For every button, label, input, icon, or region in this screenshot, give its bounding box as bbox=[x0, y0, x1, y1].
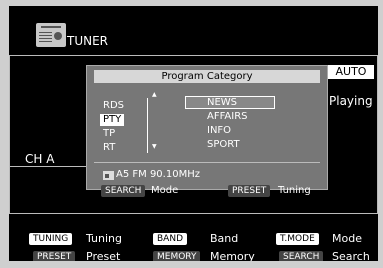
category-item-rds[interactable]: RDS bbox=[103, 100, 124, 112]
search-footer-key-label: Search bbox=[332, 250, 370, 262]
band-key[interactable]: BAND bbox=[153, 233, 187, 245]
channel-label: CH A bbox=[25, 152, 55, 166]
station-frequency: A5 FM 90.10MHz bbox=[116, 169, 200, 180]
category-item-rt[interactable]: RT bbox=[103, 142, 115, 154]
program-item-info[interactable]: INFO bbox=[207, 125, 231, 137]
scroll-up-icon[interactable]: ▲ bbox=[152, 91, 157, 98]
tmode-key[interactable]: T.MODE bbox=[276, 233, 319, 245]
auto-badge: AUTO bbox=[328, 65, 374, 79]
tuning-key[interactable]: TUNING bbox=[29, 233, 73, 245]
memory-key-label: Memory bbox=[210, 250, 255, 262]
right-border bbox=[377, 55, 378, 213]
channel-divider bbox=[9, 166, 86, 167]
tuning-key-label: Tuning bbox=[86, 232, 123, 245]
tuner-screen: TUNER AUTO Playing CH A Program Category… bbox=[9, 6, 378, 261]
preset-footer-key-label: Preset bbox=[86, 250, 121, 262]
popup-divider bbox=[94, 162, 320, 163]
program-item-affairs[interactable]: AFFAIRS bbox=[207, 111, 248, 123]
category-item-tp[interactable]: TP bbox=[103, 128, 115, 140]
radio-icon bbox=[36, 23, 66, 47]
tmode-key-label: Mode bbox=[332, 232, 362, 245]
header-divider bbox=[9, 55, 378, 56]
program-category-popup: Program Category RDS PTY TP RT ▲ ▼ NEWS … bbox=[86, 65, 328, 197]
preset-key[interactable]: PRESET bbox=[228, 185, 271, 197]
category-separator bbox=[147, 98, 148, 153]
search-footer-key[interactable]: SEARCH bbox=[279, 251, 324, 261]
popup-title: Program Category bbox=[94, 70, 320, 83]
scroll-down-icon[interactable]: ▼ bbox=[152, 143, 157, 150]
band-key-label: Band bbox=[210, 232, 239, 245]
status-text: Playing bbox=[329, 94, 373, 108]
category-item-pty[interactable]: PTY bbox=[100, 114, 125, 126]
source-title: TUNER bbox=[67, 34, 109, 48]
program-item-news[interactable]: NEWS bbox=[207, 97, 237, 109]
preset-key-label: Tuning bbox=[278, 185, 311, 196]
program-item-sport[interactable]: SPORT bbox=[207, 139, 240, 151]
search-key[interactable]: SEARCH bbox=[101, 185, 146, 197]
search-key-label: Mode bbox=[151, 185, 179, 196]
station-icon bbox=[103, 171, 114, 180]
memory-key[interactable]: MEMORY bbox=[153, 251, 201, 261]
left-border bbox=[9, 55, 10, 213]
footer-divider bbox=[9, 213, 378, 214]
preset-footer-key[interactable]: PRESET bbox=[33, 251, 76, 261]
